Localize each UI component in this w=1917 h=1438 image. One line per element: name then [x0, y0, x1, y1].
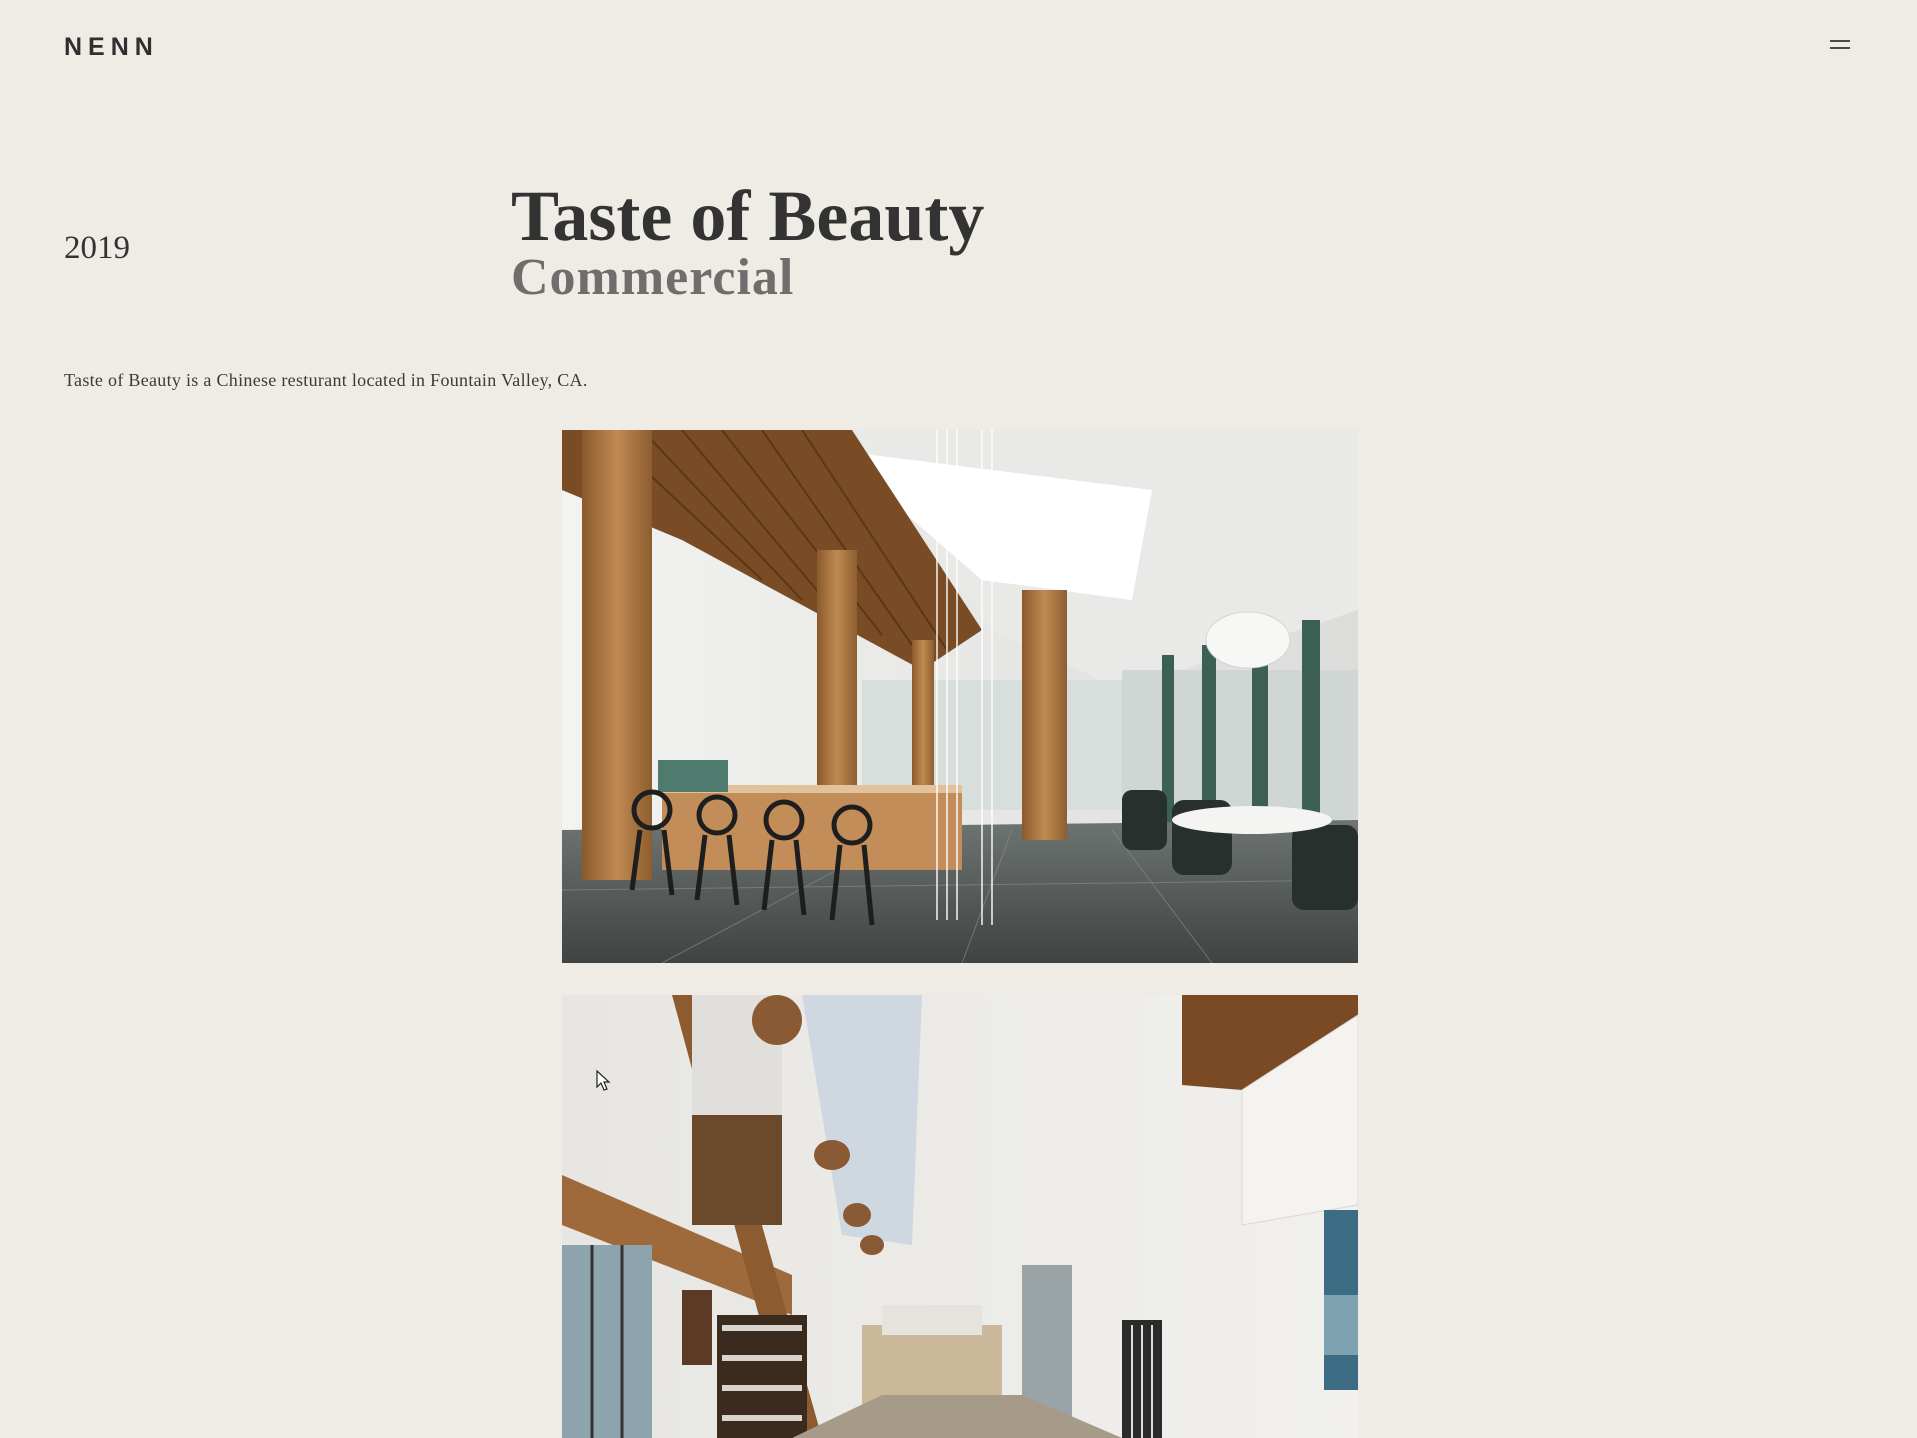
project-year: 2019 — [64, 230, 130, 266]
mouse-pointer-icon — [596, 1069, 612, 1097]
project-title: Taste of Beauty — [511, 176, 985, 256]
project-description: Taste of Beauty is a Chinese resturant l… — [64, 370, 588, 390]
project-category: Commercial — [511, 249, 795, 306]
menu-button[interactable] — [1822, 36, 1858, 60]
gallery-image-rendering — [562, 430, 1358, 963]
gallery-image-photo — [562, 995, 1358, 1438]
site-logo[interactable]: NENN — [64, 33, 159, 62]
page: NENN 2019 Taste of Beauty Commercial Tas… — [0, 0, 1917, 1438]
